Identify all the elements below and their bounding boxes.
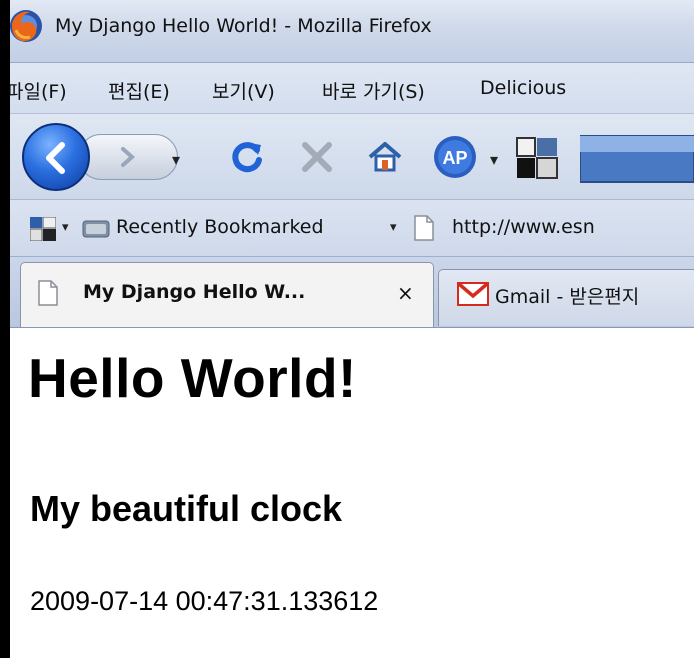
page-subheading: My beautiful clock (30, 488, 343, 529)
firefox-icon (10, 10, 42, 42)
tab-gmail[interactable]: Gmail - 받은편지 (438, 269, 694, 326)
addon-icon[interactable]: AP (432, 134, 478, 180)
tab-bar: My Django Hello W... × Gmail - 받은편지 (0, 257, 694, 328)
window-left-edge (0, 0, 10, 658)
screen-icon-partial[interactable] (580, 134, 694, 184)
history-dropdown-icon[interactable]: ▾ (172, 150, 180, 169)
menu-file[interactable]: 파일(F) (6, 77, 67, 104)
recently-bookmarked-menu[interactable]: Recently Bookmarked (116, 216, 324, 238)
bookmark-dropdown-icon[interactable]: ▾ (62, 220, 69, 235)
stop-icon[interactable] (300, 140, 334, 174)
menu-view[interactable]: 보기(V) (212, 77, 275, 104)
page-heading: Hello World! (28, 347, 357, 409)
menu-edit[interactable]: 편집(E) (108, 77, 170, 104)
back-icon (46, 142, 65, 174)
addon-dropdown-icon[interactable]: ▾ (490, 150, 498, 169)
reload-icon[interactable] (228, 138, 266, 176)
screen-icon[interactable] (515, 136, 559, 180)
svg-text:AP: AP (442, 148, 467, 168)
forward-button[interactable] (78, 134, 178, 180)
bookmark-icon[interactable] (30, 217, 56, 241)
recently-bookmarked-dropdown-icon[interactable]: ▾ (390, 220, 397, 235)
page-icon (38, 280, 58, 306)
tab-label: Gmail - 받은편지 (495, 286, 640, 308)
tab-label: My Django Hello W... (83, 281, 306, 303)
page-icon (414, 215, 434, 241)
navigation-toolbar: ▾ AP ▾ (0, 114, 694, 200)
gmail-icon (457, 282, 489, 306)
window-title: My Django Hello World! - Mozilla Firefox (55, 15, 432, 37)
forward-icon (121, 147, 136, 167)
bookmarks-toolbar: ▾ Recently Bookmarked ▾ http://www.esn (0, 200, 694, 257)
tab-my-django[interactable]: My Django Hello W... × (20, 262, 434, 327)
menu-bar: 파일(F) 편집(E) 보기(V) 바로 가기(S) Delicious (0, 63, 694, 114)
browser-window: My Django Hello World! - Mozilla Firefox… (0, 0, 694, 658)
title-bar: My Django Hello World! - Mozilla Firefox (0, 0, 694, 63)
bookmark-link[interactable]: http://www.esn (452, 216, 595, 238)
clock-value: 2009-07-14 00:47:31.133612 (30, 586, 379, 616)
back-button[interactable] (22, 123, 90, 191)
recently-bookmarked-icon (82, 220, 110, 238)
page-content: Hello World! My beautiful clock 2009-07-… (0, 328, 694, 658)
home-icon[interactable] (366, 138, 404, 176)
menu-delicious[interactable]: Delicious (480, 77, 566, 99)
menu-go[interactable]: 바로 가기(S) (322, 77, 425, 104)
tab-close-button[interactable]: × (397, 281, 414, 305)
